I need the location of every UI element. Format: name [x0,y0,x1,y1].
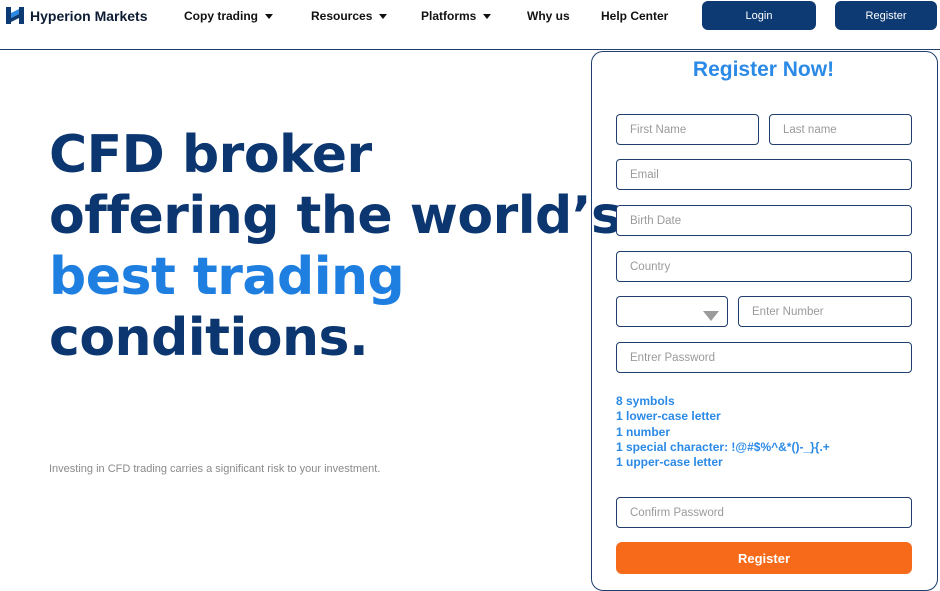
register-nav-button[interactable]: Register [835,1,937,30]
hero-heading: CFD broker offering the world’s best tra… [49,125,622,369]
password-rule: 1 number [616,424,671,439]
brand-logo[interactable]: Hyperion Markets [6,7,147,24]
password-rule: 1 upper-case letter [616,455,723,470]
hero-line-2: offering the world’s [49,186,622,246]
birth-date-field[interactable] [616,205,912,236]
nav-copy-trading[interactable]: Copy trading [184,8,273,24]
hyperion-logo-icon [6,7,24,24]
password-field[interactable] [616,342,912,373]
nav-why-us-label: Why us [527,9,570,23]
dropdown-arrow-icon [703,311,719,321]
hero-line-3: best trading [49,247,405,307]
nav-resources[interactable]: Resources [311,8,388,24]
country-field[interactable] [616,251,912,282]
nav-resources-label: Resources [311,9,373,23]
nav-help-center[interactable]: Help Center [601,8,668,24]
nav-platforms-label: Platforms [421,9,477,23]
password-rule: 8 symbols [616,394,675,408]
password-rule: 1 special character: !@#$%^&*()-_}{.+ [616,439,830,454]
nav-platforms[interactable]: Platforms [421,8,492,24]
hero-line-1: CFD broker [49,125,372,185]
phone-number-field[interactable] [738,296,912,327]
brand-name: Hyperion Markets [30,7,148,24]
email-field[interactable] [616,159,912,190]
register-submit-button[interactable]: Register [616,542,912,574]
chevron-down-icon [379,13,388,19]
top-navbar: Hyperion Markets Copy trading Resources … [0,0,940,50]
nav-why-us[interactable]: Why us [527,8,570,24]
chevron-down-icon [265,13,273,19]
last-name-field[interactable] [769,114,912,145]
password-rules-list: 8 symbols 1 lower-case letter 1 number 1… [616,394,830,470]
hero-line-4: conditions. [49,308,369,368]
form-title: Register Now! [692,58,835,81]
nav-help-center-label: Help Center [601,9,669,23]
confirm-password-field[interactable] [616,497,912,528]
risk-disclaimer: Investing in CFD trading carries a signi… [49,463,381,475]
login-button[interactable]: Login [702,1,816,30]
password-rule: 1 lower-case letter [616,409,721,424]
nav-copy-trading-label: Copy trading [184,9,258,23]
chevron-down-icon [483,13,492,19]
phone-code-select[interactable] [616,296,728,327]
first-name-field[interactable] [616,114,759,145]
